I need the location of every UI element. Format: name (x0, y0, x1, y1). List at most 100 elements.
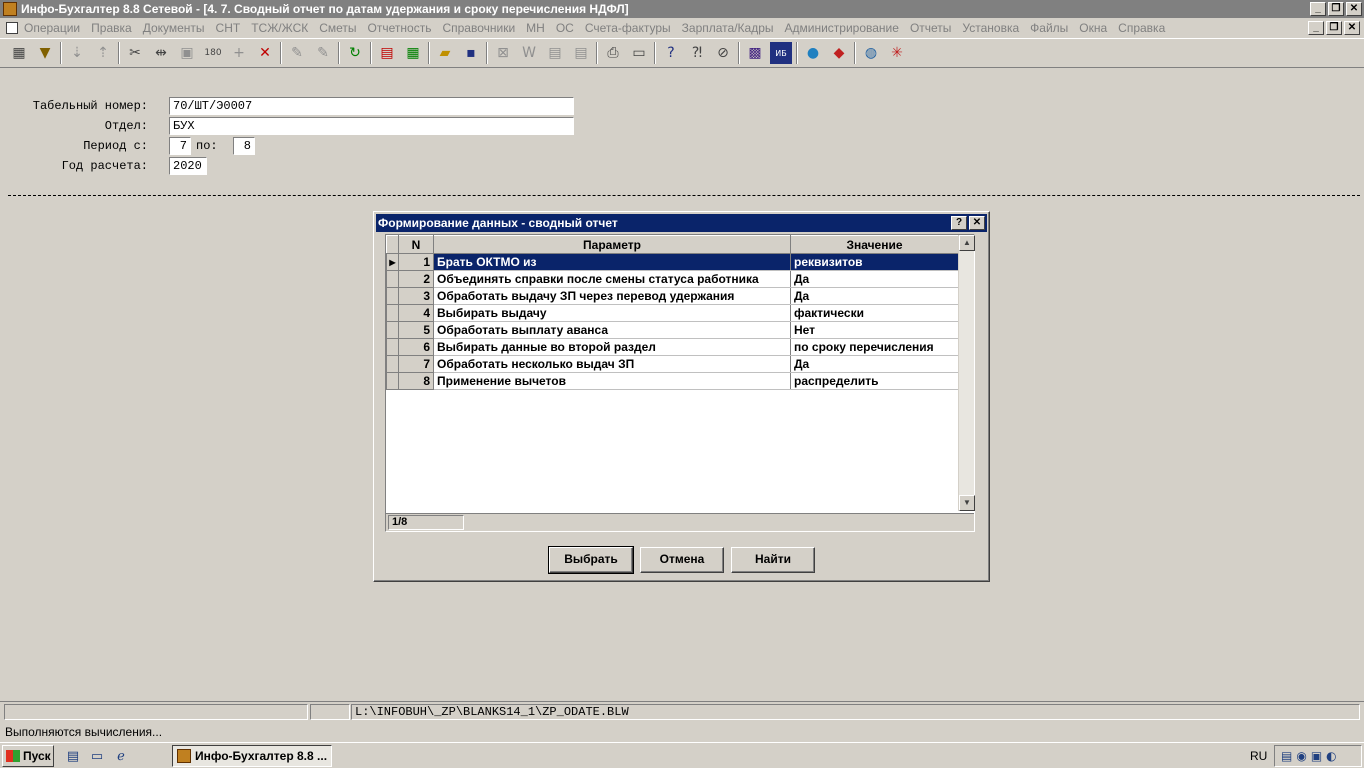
menu-reporting[interactable]: Отчетность (368, 21, 432, 35)
unmark-icon[interactable]: ✎ (312, 42, 334, 64)
row-param[interactable]: Объединять справки после смены статуса р… (433, 270, 791, 288)
move-icon[interactable]: ⇹ (150, 42, 172, 64)
row-param[interactable]: Обработать выдачу ЗП через перевод удерж… (433, 287, 791, 305)
doc-close-button[interactable]: ✕ (1344, 21, 1360, 35)
column-value-header[interactable]: Значение (790, 235, 959, 254)
add-icon[interactable]: + (228, 42, 250, 64)
table-row[interactable]: 6 Выбирать данные во второй раздел по ср… (386, 338, 959, 356)
period-to-field[interactable]: 8 (233, 137, 255, 155)
table-row[interactable]: 3 Обработать выдачу ЗП через перевод уде… (386, 287, 959, 305)
menu-salary[interactable]: Зарплата/Кадры (682, 21, 774, 35)
table-row[interactable]: 7 Обработать несколько выдач ЗП Да (386, 355, 959, 373)
cancel-button[interactable]: Отмена (640, 547, 724, 573)
menu-files[interactable]: Файлы (1030, 21, 1068, 35)
sort-asc-icon[interactable]: ⇣ (66, 42, 88, 64)
doc-minimize-button[interactable]: _ (1308, 21, 1324, 35)
server-icon[interactable]: ▤ (64, 747, 82, 765)
preview-icon[interactable]: ▭ (628, 42, 650, 64)
row-param[interactable]: Выбирать выдачу (433, 304, 791, 322)
menu-documents[interactable]: Документы (143, 21, 205, 35)
row-value[interactable]: Да (790, 355, 959, 373)
row-param[interactable]: Обработать несколько выдач ЗП (433, 355, 791, 373)
start-button[interactable]: Пуск (2, 745, 54, 767)
column-param-header[interactable]: Параметр (433, 235, 791, 254)
column-n-header[interactable]: N (398, 235, 434, 254)
find-button[interactable]: Найти (731, 547, 815, 573)
row-param[interactable]: Брать ОКТМО из (433, 253, 791, 271)
dialog-close-button[interactable]: ✕ (969, 216, 985, 230)
film-icon[interactable]: ▩ (744, 42, 766, 64)
open-folder-icon[interactable]: ▰ (434, 42, 456, 64)
ie-icon[interactable]: ℯ (112, 747, 130, 765)
row-param[interactable]: Обработать выплату аванса (433, 321, 791, 339)
vertical-scrollbar[interactable]: ▲ ▼ (958, 235, 975, 511)
mark-icon[interactable]: ✎ (286, 42, 308, 64)
box-icon[interactable]: ⊠ (492, 42, 514, 64)
print-icon[interactable]: ⎙ (602, 42, 624, 64)
filter-icon[interactable]: ▼ (34, 42, 56, 64)
menu-snt[interactable]: СНТ (216, 21, 241, 35)
word-icon[interactable]: W (518, 42, 540, 64)
menu-help[interactable]: Справка (1118, 21, 1165, 35)
ib10-icon[interactable]: ИБ (770, 42, 792, 64)
menu-operations[interactable]: Операции (24, 21, 80, 35)
table-row[interactable]: ▶ 1 Брать ОКТМО из реквизитов (386, 253, 959, 271)
delete-icon[interactable]: ✕ (254, 42, 276, 64)
table-row[interactable]: 4 Выбирать выдачу фактически (386, 304, 959, 322)
remote-icon[interactable]: ◆ (828, 42, 850, 64)
scroll-down-icon[interactable]: ▼ (959, 495, 975, 511)
minimize-button[interactable]: _ (1310, 2, 1326, 16)
pdf-icon[interactable]: ▤ (376, 42, 398, 64)
period-from-field[interactable]: 7 (169, 137, 191, 155)
dept-field[interactable]: БУХ (169, 117, 574, 135)
doc-restore-button[interactable]: ❐ (1326, 21, 1342, 35)
antivirus-tray-icon[interactable]: ◉ (1296, 749, 1306, 763)
monitor-tray-icon[interactable]: ▣ (1311, 749, 1322, 763)
row-value[interactable]: Да (790, 287, 959, 305)
restore-button[interactable]: ❐ (1328, 2, 1344, 16)
table-row[interactable]: 8 Применение вычетов распределить (386, 372, 959, 390)
table-icon[interactable]: ▦ (8, 42, 30, 64)
network-tray-icon[interactable]: ▤ (1281, 749, 1292, 763)
row-param[interactable]: Выбирать данные во второй раздел (433, 338, 791, 356)
menu-estimates[interactable]: Сметы (319, 21, 356, 35)
language-indicator[interactable]: RU (1250, 749, 1267, 763)
document-icon[interactable] (6, 22, 18, 34)
select-button[interactable]: Выбрать (548, 546, 634, 574)
row-value[interactable]: фактически (790, 304, 959, 322)
page-icon[interactable]: ▤ (544, 42, 566, 64)
table-row[interactable]: 2 Объединять справки после смены статуса… (386, 270, 959, 288)
row-value[interactable]: Да (790, 270, 959, 288)
year-field[interactable]: 2020 (169, 157, 207, 175)
menu-admin[interactable]: Администрирование (785, 21, 899, 35)
app-icon[interactable] (3, 2, 17, 16)
taskbar-app-button[interactable]: Инфо-Бухгалтер 8.8 ... (172, 745, 332, 767)
row-param[interactable]: Применение вычетов (433, 372, 791, 390)
table-row[interactable]: 5 Обработать выплату аванса Нет (386, 321, 959, 339)
scroll-up-icon[interactable]: ▲ (959, 235, 975, 251)
dialog-help-button[interactable]: ? (951, 216, 967, 230)
whatsthis-icon[interactable]: ⁈ (686, 42, 708, 64)
menu-references[interactable]: Справочники (442, 21, 515, 35)
row-value[interactable]: по сроку перечисления (790, 338, 959, 356)
excel-icon[interactable]: ▦ (402, 42, 424, 64)
menu-tszh[interactable]: ТСЖ/ЖСК (251, 21, 308, 35)
menu-edit[interactable]: Правка (91, 21, 132, 35)
help-icon[interactable]: ? (660, 42, 682, 64)
menu-invoices[interactable]: Счета-фактуры (585, 21, 671, 35)
sort-desc-icon[interactable]: ⇡ (92, 42, 114, 64)
menu-setup[interactable]: Установка (962, 21, 1019, 35)
parameters-grid[interactable]: N Параметр Значение ▶ 1 Брать ОКТМО из р… (385, 234, 975, 532)
cut-icon[interactable]: ✂ (124, 42, 146, 64)
save-icon[interactable]: ▪ (460, 42, 482, 64)
row-value[interactable]: распределить (790, 372, 959, 390)
page2-icon[interactable]: ▤ (570, 42, 592, 64)
counter-icon[interactable]: 180 (202, 42, 224, 64)
row-value[interactable]: Нет (790, 321, 959, 339)
refresh-icon[interactable]: ↻ (344, 42, 366, 64)
skype-icon[interactable]: ● (802, 42, 824, 64)
network-icon[interactable]: ✳ (886, 42, 908, 64)
menu-windows[interactable]: Окна (1079, 21, 1107, 35)
paste-icon[interactable]: ▣ (176, 42, 198, 64)
compass-icon[interactable]: ⊘ (712, 42, 734, 64)
